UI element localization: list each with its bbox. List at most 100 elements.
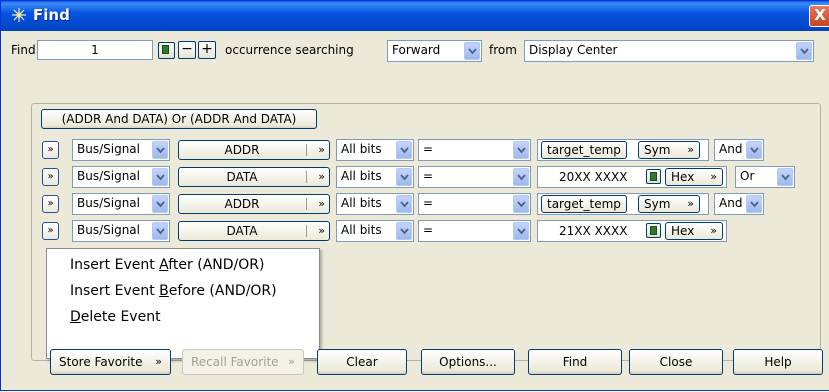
- expand-chevron-icon[interactable]: »: [42, 141, 59, 159]
- field-button[interactable]: DATA »: [178, 221, 330, 241]
- dropdown-arrow-icon[interactable]: [396, 141, 412, 159]
- operator-select[interactable]: =: [418, 193, 531, 215]
- dropdown-arrow-icon[interactable]: [513, 195, 529, 213]
- close-button[interactable]: Close: [629, 349, 723, 375]
- expand-chevron-icon: »: [687, 143, 694, 156]
- bits-select-value: All bits: [341, 169, 382, 183]
- format-label: Sym: [644, 143, 671, 157]
- bits-select[interactable]: All bits: [336, 193, 414, 215]
- expand-chevron-icon: »: [710, 170, 717, 183]
- menu-item-insert-after[interactable]: Insert Event After (AND/OR): [70, 257, 264, 273]
- logic-value: Or: [740, 169, 755, 183]
- dropdown-arrow-icon[interactable]: [746, 195, 762, 213]
- type-select[interactable]: Bus/Signal: [72, 193, 170, 215]
- direction-select[interactable]: Forward: [387, 40, 482, 62]
- operator-select-value: =: [423, 196, 434, 210]
- format-label: Hex: [671, 224, 695, 238]
- bits-select[interactable]: All bits: [336, 139, 414, 161]
- logic-select[interactable]: And: [714, 139, 764, 161]
- dropdown-arrow-icon[interactable]: [777, 168, 793, 186]
- close-icon[interactable]: X: [809, 5, 829, 27]
- dropdown-arrow-icon[interactable]: [396, 222, 412, 240]
- calculator-icon[interactable]: [646, 223, 661, 238]
- dropdown-arrow-icon[interactable]: [152, 195, 168, 213]
- menu-item-insert-before[interactable]: Insert Event Before (AND/OR): [70, 283, 277, 299]
- dropdown-arrow-icon[interactable]: [513, 222, 529, 240]
- value-box[interactable]: target_temp Sym »: [537, 139, 709, 161]
- occurrence-text: occurrence searching: [225, 43, 354, 57]
- help-button[interactable]: Help: [733, 349, 823, 375]
- direction-value: Forward: [392, 43, 441, 57]
- dropdown-arrow-icon[interactable]: [396, 168, 412, 186]
- expand-chevron-icon[interactable]: »: [42, 195, 59, 213]
- bits-select-value: All bits: [341, 223, 382, 237]
- expand-chevron-icon: »: [318, 197, 325, 210]
- separator: [306, 198, 307, 210]
- from-select[interactable]: Display Center: [524, 40, 814, 62]
- dropdown-arrow-icon[interactable]: [396, 195, 412, 213]
- type-select[interactable]: Bus/Signal: [72, 220, 170, 242]
- value-box[interactable]: target_temp Sym »: [537, 193, 709, 215]
- dropdown-arrow-icon[interactable]: [152, 168, 168, 186]
- expand-chevron-icon: »: [687, 197, 694, 210]
- operator-select-value: =: [423, 169, 434, 183]
- increment-button[interactable]: +: [198, 41, 216, 59]
- format-button[interactable]: Sym »: [638, 195, 700, 213]
- bits-select[interactable]: All bits: [336, 220, 414, 242]
- dropdown-arrow-icon[interactable]: [746, 141, 762, 159]
- window-title: Find: [33, 6, 70, 24]
- operator-select-value: =: [423, 142, 434, 156]
- type-select[interactable]: Bus/Signal: [72, 139, 170, 161]
- operator-select-value: =: [423, 223, 434, 237]
- type-select[interactable]: Bus/Signal: [72, 166, 170, 188]
- value-box[interactable]: 21XX XXXX Hex »: [537, 220, 727, 242]
- operator-select[interactable]: =: [418, 220, 531, 242]
- logic-value: And: [719, 196, 743, 210]
- symbol-button[interactable]: target_temp: [541, 195, 627, 213]
- dropdown-arrow-icon[interactable]: [513, 168, 529, 186]
- format-label: Hex: [671, 170, 695, 184]
- recall-favorite-button[interactable]: Recall Favorite »: [182, 349, 304, 375]
- calculator-icon[interactable]: [646, 169, 661, 184]
- operator-select[interactable]: =: [418, 139, 531, 161]
- clear-button[interactable]: Clear: [317, 349, 407, 375]
- dropdown-arrow-icon[interactable]: [152, 141, 168, 159]
- dropdown-arrow-icon[interactable]: [464, 42, 480, 60]
- hex-value: 21XX XXXX: [559, 224, 628, 238]
- logic-select[interactable]: And: [714, 193, 764, 215]
- decrement-button[interactable]: −: [178, 41, 196, 59]
- separator: [306, 171, 307, 183]
- logic-select[interactable]: Or: [735, 166, 795, 188]
- options-button[interactable]: Options...: [421, 349, 515, 375]
- symbol-button[interactable]: target_temp: [541, 141, 627, 159]
- from-label: from: [489, 43, 517, 57]
- value-box[interactable]: 20XX XXXX Hex »: [537, 166, 727, 188]
- find-button[interactable]: Find: [528, 349, 622, 375]
- dropdown-arrow-icon[interactable]: [796, 42, 812, 60]
- expand-chevron-icon: »: [318, 143, 325, 156]
- field-button[interactable]: ADDR »: [178, 194, 330, 214]
- expand-chevron-icon: »: [710, 224, 717, 237]
- occurrence-input[interactable]: 1: [37, 40, 153, 60]
- dropdown-arrow-icon[interactable]: [513, 141, 529, 159]
- expression-button[interactable]: (ADDR And DATA) Or (ADDR And DATA): [41, 109, 317, 129]
- field-button[interactable]: DATA »: [178, 167, 330, 187]
- bits-select-value: All bits: [341, 142, 382, 156]
- dropdown-arrow-icon[interactable]: [152, 222, 168, 240]
- format-button[interactable]: Hex »: [665, 222, 723, 240]
- field-label: DATA: [226, 224, 258, 238]
- field-button[interactable]: ADDR »: [178, 140, 330, 160]
- expand-chevron-icon[interactable]: »: [42, 222, 59, 240]
- calculator-icon[interactable]: [158, 42, 175, 59]
- field-label: ADDR: [224, 197, 260, 211]
- store-favorite-button[interactable]: Store Favorite »: [50, 349, 171, 375]
- find-sparkle-icon: [12, 8, 26, 22]
- title-bar[interactable]: Find X: [1, 1, 829, 31]
- format-label: Sym: [644, 197, 671, 211]
- operator-select[interactable]: =: [418, 166, 531, 188]
- expand-chevron-icon[interactable]: »: [42, 168, 59, 186]
- format-button[interactable]: Hex »: [665, 168, 723, 186]
- format-button[interactable]: Sym »: [638, 141, 700, 159]
- bits-select[interactable]: All bits: [336, 166, 414, 188]
- menu-item-delete-event[interactable]: Delete Event: [70, 309, 161, 325]
